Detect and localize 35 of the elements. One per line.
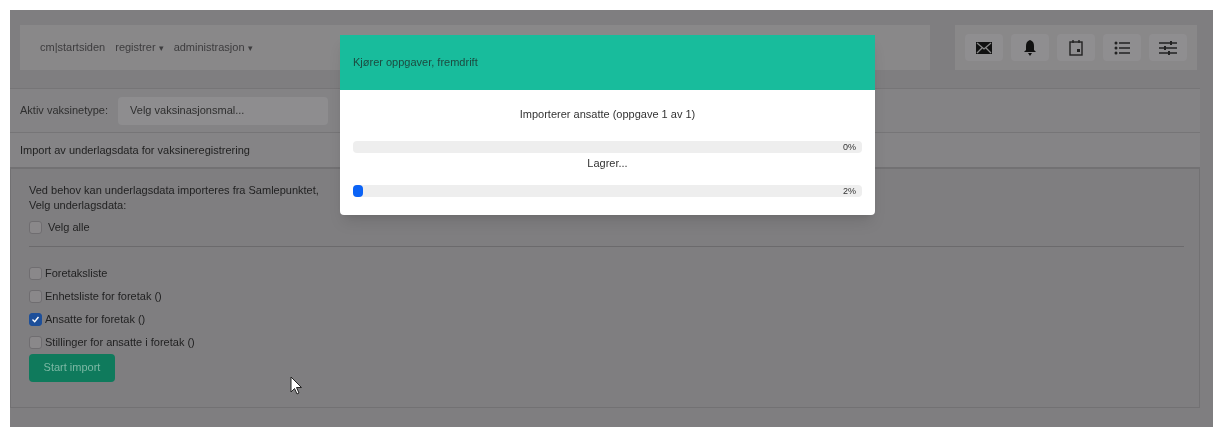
status-text: Lagrer... [587,155,628,171]
select-field[interactable]: Velg vaksinasjonsmal... [118,96,329,125]
dialog-title: Kjører oppgaver, fremdrift [353,55,478,71]
field-label: Aktiv vaksinetype: [20,103,109,119]
toolbar-button[interactable] [965,34,1003,61]
progress-reading: 2% [843,185,856,198]
progress-reading: 0% [843,140,856,154]
list-icon [1114,40,1130,55]
checkbox-label: Velg alle [48,220,90,235]
checkbox-label: Foretaksliste [45,266,108,282]
checkbox[interactable] [29,267,42,280]
brand-link[interactable]: cm|startsiden [40,39,106,56]
menu-link[interactable]: administrasjon ▾ [173,39,253,56]
toolbar-button[interactable] [1103,34,1141,61]
start-import-button[interactable]: Start import [29,353,115,382]
toolbar-button[interactable] [1011,34,1049,61]
bell-icon [1023,39,1037,56]
envelope-icon [976,41,992,54]
toolbar-button[interactable] [1149,34,1187,61]
checkbox[interactable] [29,290,42,303]
task-text: Importerer ansatte (oppgave 1 av 1) [519,107,696,122]
check-icon [31,315,40,324]
toolbar-button[interactable] [1057,34,1095,61]
checkbox-label: Stillinger for ansatte i foretak () [45,335,195,351]
checkbox-label: Ansatte for foretak () [45,312,146,328]
prompt-text: Velg underlagsdata: [29,198,128,213]
sliders-icon [1159,40,1177,55]
checkbox[interactable] [29,336,42,349]
calendar-icon [1069,39,1083,56]
intro-text: Ved behov kan underlagsdata importeres fra Samlepunktet, [29,183,319,198]
mouse-pointer-icon [290,376,303,395]
checkbox[interactable] [29,313,42,326]
checkbox-label: Enhetsliste for foretak () [45,289,162,305]
checkbox[interactable] [29,220,42,234]
menu-link[interactable]: registrer ▾ [115,39,164,56]
